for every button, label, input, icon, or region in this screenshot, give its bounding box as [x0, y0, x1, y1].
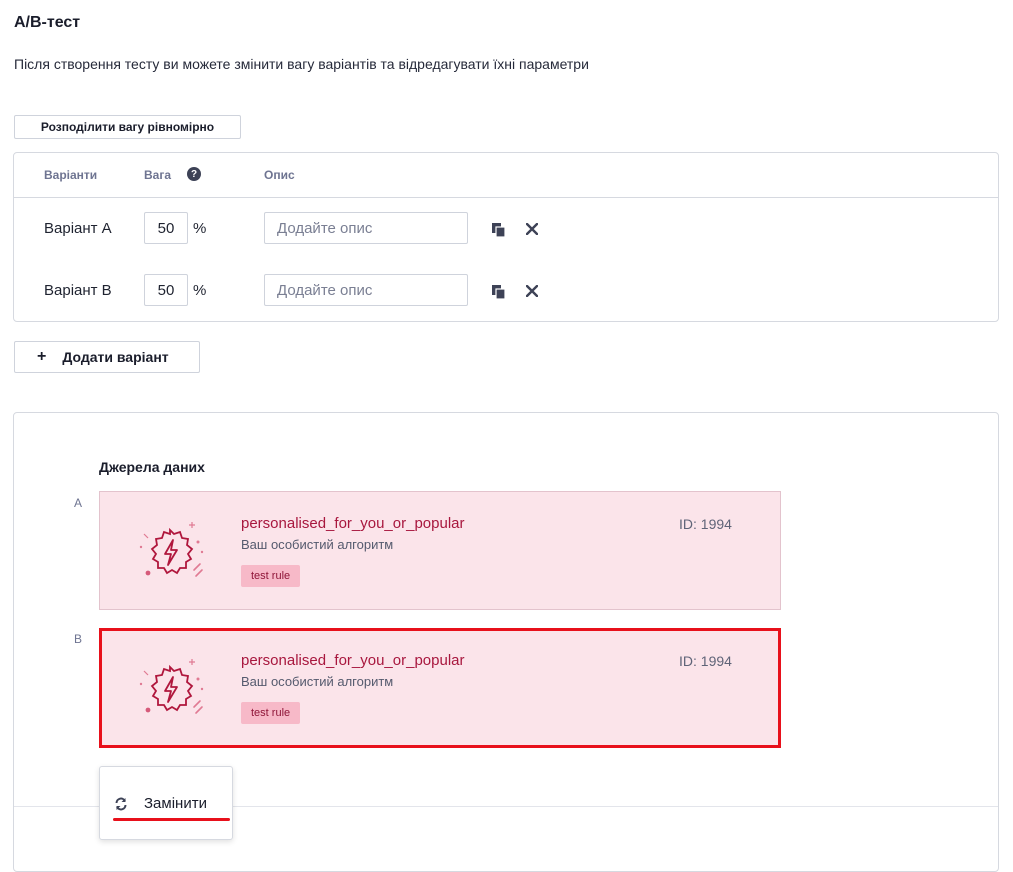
- lightning-badge-icon: [139, 659, 204, 714]
- context-menu: Замінити: [99, 766, 233, 840]
- description-input[interactable]: [264, 212, 468, 244]
- lightning-badge-icon: [139, 522, 204, 577]
- percent-unit: %: [193, 220, 207, 237]
- distribute-weight-button[interactable]: Розподілити вагу рівномірно: [14, 115, 241, 139]
- data-source-subtitle: Ваш особистий алгоритм: [241, 537, 394, 552]
- add-variant-label: Додати варіант: [62, 349, 169, 365]
- variant-letter: B: [74, 632, 83, 646]
- weight-input[interactable]: 50: [144, 212, 188, 244]
- replace-menu-item[interactable]: Замінити: [114, 795, 207, 812]
- data-source-id: ID: 1994: [679, 653, 732, 669]
- percent-unit: %: [193, 282, 207, 299]
- copy-icon[interactable]: [491, 284, 507, 300]
- data-source-subtitle: Ваш особистий алгоритм: [241, 674, 394, 689]
- variant-name: Варіант A: [44, 220, 112, 237]
- data-source-name: personalised_for_you_or_popular: [241, 652, 465, 669]
- weight-input[interactable]: 50: [144, 274, 188, 306]
- data-source-id: ID: 1994: [679, 516, 732, 532]
- column-header-weight: Вага: [144, 168, 172, 182]
- help-icon[interactable]: ?: [187, 167, 201, 181]
- rule-tag: test rule: [241, 702, 301, 724]
- add-variant-button[interactable]: + Додати варіант: [14, 341, 200, 373]
- variant-name: Варіант B: [44, 282, 112, 299]
- plus-icon: +: [37, 348, 47, 365]
- table-header: Варіанти Вага ? Опис: [14, 153, 998, 198]
- refresh-icon: [115, 797, 127, 810]
- highlight-underline: [113, 818, 230, 821]
- data-sources-title: Джерела даних: [99, 459, 205, 475]
- variants-table: Варіанти Вага ? Опис Варіант A 50 % Варі…: [13, 152, 999, 322]
- page-title: A/B-тест: [14, 14, 81, 31]
- column-header-description: Опис: [264, 168, 295, 182]
- description-input[interactable]: [264, 274, 468, 306]
- close-icon[interactable]: [524, 283, 540, 299]
- close-icon[interactable]: [524, 221, 540, 237]
- replace-label: Замінити: [144, 795, 207, 812]
- page-subtitle: Після створення тесту ви можете змінити …: [14, 56, 589, 72]
- rule-tag: test rule: [241, 565, 301, 587]
- data-source-card-selected[interactable]: personalised_for_you_or_popular Ваш особ…: [99, 628, 781, 748]
- variant-letter: A: [74, 496, 83, 510]
- data-source-card[interactable]: personalised_for_you_or_popular Ваш особ…: [99, 491, 781, 610]
- column-header-variants: Варіанти: [44, 168, 98, 182]
- data-source-name: personalised_for_you_or_popular: [241, 515, 465, 532]
- copy-icon[interactable]: [491, 222, 507, 238]
